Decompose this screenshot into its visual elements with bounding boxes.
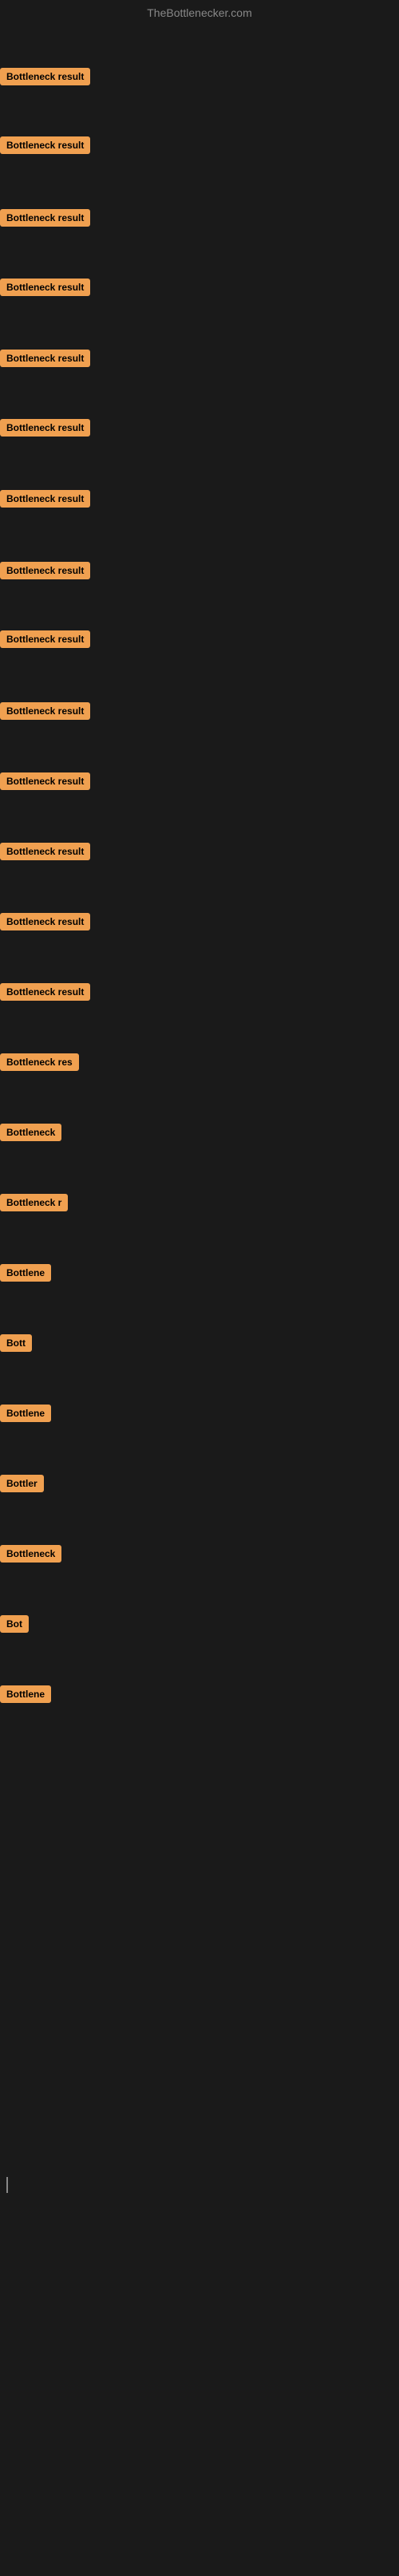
bottleneck-badge: Bottleneck result <box>0 490 90 508</box>
bottleneck-item-13[interactable]: Bottleneck result <box>0 913 90 930</box>
bottleneck-item-11[interactable]: Bottleneck result <box>0 772 90 790</box>
bottleneck-badge: Bottleneck result <box>0 136 90 154</box>
bottleneck-badge: Bottleneck result <box>0 702 90 720</box>
bottleneck-item-8[interactable]: Bottleneck result <box>0 562 90 579</box>
bottleneck-item-7[interactable]: Bottleneck result <box>0 490 90 508</box>
bottleneck-badge: Bottleneck result <box>0 350 90 367</box>
bottleneck-item-6[interactable]: Bottleneck result <box>0 419 90 437</box>
bottleneck-badge: Bot <box>0 1615 29 1633</box>
bottleneck-item-18[interactable]: Bottlene <box>0 1264 51 1282</box>
cursor-line <box>6 2177 8 2193</box>
bottleneck-item-2[interactable]: Bottleneck result <box>0 136 90 154</box>
bottleneck-badge: Bottleneck res <box>0 1053 79 1071</box>
bottleneck-badge: Bottleneck result <box>0 843 90 860</box>
bottleneck-badge: Bottleneck <box>0 1124 61 1141</box>
bottleneck-badge: Bottlene <box>0 1685 51 1703</box>
bottleneck-badge: Bottleneck result <box>0 68 90 85</box>
bottleneck-badge: Bottleneck result <box>0 772 90 790</box>
bottleneck-item-20[interactable]: Bottlene <box>0 1405 51 1422</box>
bottleneck-badge: Bottleneck r <box>0 1194 68 1211</box>
bottleneck-badge: Bottleneck result <box>0 209 90 227</box>
bottleneck-item-3[interactable]: Bottleneck result <box>0 209 90 227</box>
bottleneck-item-23[interactable]: Bot <box>0 1615 29 1633</box>
bottleneck-item-5[interactable]: Bottleneck result <box>0 350 90 367</box>
bottleneck-item-24[interactable]: Bottlene <box>0 1685 51 1703</box>
bottleneck-badge: Bottleneck result <box>0 983 90 1001</box>
bottleneck-badge: Bottleneck result <box>0 562 90 579</box>
bottleneck-item-22[interactable]: Bottleneck <box>0 1545 61 1563</box>
bottleneck-badge: Bottleneck result <box>0 630 90 648</box>
bottleneck-item-12[interactable]: Bottleneck result <box>0 843 90 860</box>
bottleneck-badge: Bottleneck result <box>0 419 90 437</box>
site-title: TheBottlenecker.com <box>0 0 399 22</box>
bottleneck-item-15[interactable]: Bottleneck res <box>0 1053 79 1071</box>
bottleneck-item-1[interactable]: Bottleneck result <box>0 68 90 85</box>
bottleneck-badge: Bottlene <box>0 1405 51 1422</box>
bottleneck-badge: Bottleneck result <box>0 913 90 930</box>
bottleneck-item-4[interactable]: Bottleneck result <box>0 279 90 296</box>
bottleneck-badge: Bottleneck result <box>0 279 90 296</box>
bottleneck-item-19[interactable]: Bott <box>0 1334 32 1352</box>
bottleneck-item-9[interactable]: Bottleneck result <box>0 630 90 648</box>
bottleneck-item-16[interactable]: Bottleneck <box>0 1124 61 1141</box>
bottleneck-badge: Bottleneck <box>0 1545 61 1563</box>
bottleneck-item-17[interactable]: Bottleneck r <box>0 1194 68 1211</box>
bottleneck-item-10[interactable]: Bottleneck result <box>0 702 90 720</box>
bottleneck-badge: Bott <box>0 1334 32 1352</box>
bottleneck-item-21[interactable]: Bottler <box>0 1475 44 1492</box>
bottleneck-badge: Bottlene <box>0 1264 51 1282</box>
bottleneck-item-14[interactable]: Bottleneck result <box>0 983 90 1001</box>
bottleneck-badge: Bottler <box>0 1475 44 1492</box>
